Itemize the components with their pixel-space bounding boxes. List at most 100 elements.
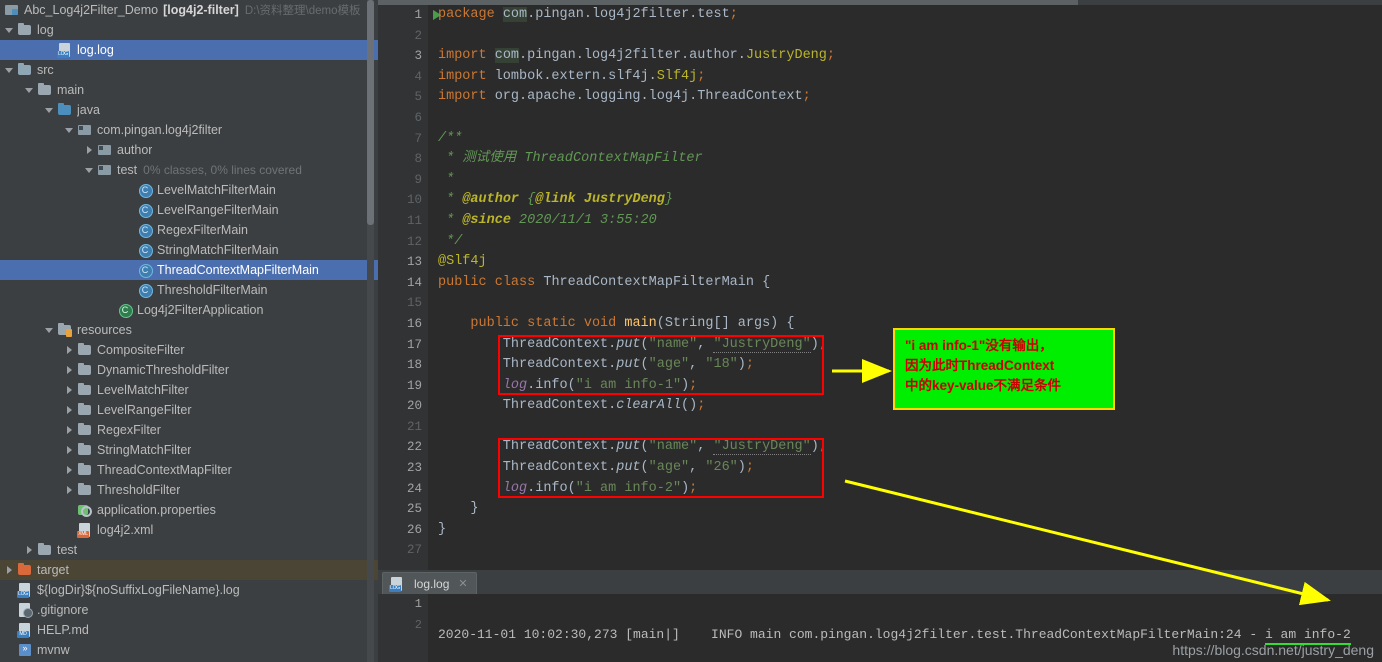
tree-item-label: ThresholdFilter — [97, 483, 181, 497]
tree-item-thresholdfilter[interactable]: ThresholdFilter — [0, 480, 378, 500]
tree-item--gitignore[interactable]: .gitignore — [0, 600, 378, 620]
tree-item-mvnw[interactable]: mvnw — [0, 640, 378, 660]
shell-script-icon — [17, 642, 33, 658]
line-number-10: 10 — [406, 193, 422, 208]
tree-item-label: log4j2.xml — [97, 523, 154, 537]
java-class-icon — [137, 262, 153, 278]
project-tree-panel[interactable]: Abc_Log4j2Filter_Demo [log4j2-filter] D:… — [0, 0, 378, 662]
tree-item-dynamicthresholdfilter[interactable]: DynamicThresholdFilter — [0, 360, 378, 380]
console-tab-log[interactable]: LOG log.log ✕ — [382, 572, 477, 594]
tree-item-log-log[interactable]: LOG log.log — [0, 40, 378, 60]
tree-item-levelrangefilter[interactable]: LevelRangeFilter — [0, 400, 378, 420]
chevron-down-icon[interactable] — [44, 105, 55, 116]
line-number-gutter[interactable]: 1 2 3 4 5 6 7 8 9 10 11 12 13 14 15 16 17 18 19 20 21 22 23 24 2… — [378, 5, 441, 570]
tree-item-resources[interactable]: resources — [0, 320, 378, 340]
source-code[interactable]: package com.pingan.log4j2filter.test; im… — [428, 5, 1382, 570]
tree-item-log4j2filterapplication[interactable]: Log4j2FilterApplication — [0, 300, 378, 320]
tree-item-label: com.pingan.log4j2filter — [97, 123, 223, 137]
chevron-right-icon[interactable] — [64, 405, 75, 416]
tree-item-test[interactable]: test 0% classes, 0% lines covered — [0, 160, 378, 180]
chevron-down-icon[interactable] — [84, 165, 95, 176]
java-folder-icon — [57, 102, 73, 118]
code-editor[interactable]: 1 2 3 4 5 6 7 8 9 10 11 12 13 14 15 16 17 18 19 20 21 22 23 24 2… — [378, 5, 1382, 570]
line-number-9: 9 — [414, 172, 422, 187]
tree-item-regexfilter[interactable]: RegexFilter — [0, 420, 378, 440]
tree-item-label: target — [37, 563, 69, 577]
tree-item-application-properties[interactable]: application.properties — [0, 500, 378, 520]
console-tab-strip[interactable]: LOG log.log ✕ — [378, 570, 1382, 594]
tree-item-label: LevelMatchFilterMain — [157, 183, 276, 197]
chevron-down-icon[interactable] — [44, 325, 55, 336]
chevron-right-icon[interactable] — [84, 145, 95, 156]
code-line-5: import org.apache.logging.log4j.ThreadCo… — [438, 89, 811, 105]
tree-rows[interactable]: log LOG log.log src main java com.pingan.log4j… — [0, 20, 378, 660]
tree-item-stringmatchfilter[interactable]: StringMatchFilter — [0, 440, 378, 460]
folder-icon — [37, 542, 53, 558]
tree-item-src[interactable]: src — [0, 60, 378, 80]
chevron-right-icon[interactable] — [64, 385, 75, 396]
close-icon[interactable]: ✕ — [458, 577, 467, 590]
chevron-down-icon[interactable] — [64, 125, 75, 136]
line-number-24: 24 — [406, 481, 422, 496]
chevron-right-icon[interactable] — [4, 565, 15, 576]
properties-file-icon — [77, 502, 93, 518]
tree-item--logdir-nosuffixlogfilename-log[interactable]: LOG ${logDir}${noSuffixLogFileName}.log — [0, 580, 378, 600]
chevron-right-icon[interactable] — [64, 485, 75, 496]
tree-item-target[interactable]: target — [0, 560, 378, 580]
code-line-14: public class ThreadContextMapFilterMain … — [438, 274, 771, 290]
tree-item-thresholdfiltermain[interactable]: ThresholdFilterMain — [0, 280, 378, 300]
code-line-1: package com.pingan.log4j2filter.test; — [438, 7, 738, 22]
tree-item-label: ThreadContextMapFilter — [97, 463, 232, 477]
editor-area: 1 2 3 4 5 6 7 8 9 10 11 12 13 14 15 16 17 18 19 20 21 22 23 24 2… — [378, 0, 1382, 662]
console-line-numbers: 1 2 — [378, 594, 428, 662]
tree-item-label: resources — [77, 323, 132, 337]
line-number-14: 14 — [378, 10, 441, 294]
chevron-right-icon[interactable] — [64, 345, 75, 356]
tree-item-com-pingan-log4j2filter[interactable]: com.pingan.log4j2filter — [0, 120, 378, 140]
tree-item-help-md[interactable]: MD HELP.md — [0, 620, 378, 640]
tree-item-levelmatchfilter[interactable]: LevelMatchFilter — [0, 380, 378, 400]
watermark-url: https://blog.csdn.net/justry_deng — [1172, 642, 1374, 658]
tree-item-levelrangefiltermain[interactable]: LevelRangeFilterMain — [0, 200, 378, 220]
project-module: [log4j2-filter] — [163, 3, 239, 17]
chevron-right-icon[interactable] — [64, 365, 75, 376]
folder-icon — [77, 382, 93, 398]
tree-item-label: RegexFilterMain — [157, 223, 249, 237]
chevron-right-icon[interactable] — [64, 445, 75, 456]
chevron-down-icon[interactable] — [4, 25, 15, 36]
tree-item-threadcontextmapfilter[interactable]: ThreadContextMapFilter — [0, 460, 378, 480]
tree-item-label: java — [77, 103, 100, 117]
java-class-icon — [137, 222, 153, 238]
tree-item-test[interactable]: test — [0, 540, 378, 560]
tree-item-label: log — [37, 23, 54, 37]
tree-item-compositefilter[interactable]: CompositeFilter — [0, 340, 378, 360]
tree-item-author[interactable]: author — [0, 140, 378, 160]
tree-item-main[interactable]: main — [0, 80, 378, 100]
tree-item-levelmatchfiltermain[interactable]: LevelMatchFilterMain — [0, 180, 378, 200]
chevron-down-icon[interactable] — [24, 85, 35, 96]
chevron-right-icon[interactable] — [64, 425, 75, 436]
sidebar-scroll-thumb[interactable] — [367, 0, 374, 225]
tree-item-threadcontextmapfiltermain[interactable]: ThreadContextMapFilterMain — [0, 260, 378, 280]
tree-item-log[interactable]: log — [0, 20, 378, 40]
code-line-7: /** — [438, 130, 463, 146]
line-number-12: 12 — [406, 234, 422, 249]
chevron-right-icon[interactable] — [24, 545, 35, 556]
code-line-4: import lombok.extern.slf4j.Slf4j; — [438, 68, 706, 84]
tree-item-log4j2-xml[interactable]: XML log4j2.xml — [0, 520, 378, 540]
tree-item-label: test — [57, 543, 78, 557]
tree-item-stringmatchfiltermain[interactable]: StringMatchFilterMain — [0, 240, 378, 260]
project-root-row[interactable]: Abc_Log4j2Filter_Demo [log4j2-filter] D:… — [0, 0, 378, 20]
tree-item-java[interactable]: java — [0, 100, 378, 120]
chevron-right-icon[interactable] — [64, 465, 75, 476]
tree-item-regexfiltermain[interactable]: RegexFilterMain — [0, 220, 378, 240]
chevron-down-icon[interactable] — [4, 65, 15, 76]
folder-icon — [77, 402, 93, 418]
folder-icon — [37, 82, 53, 98]
java-class-icon — [137, 282, 153, 298]
line-number-19: 19 — [406, 378, 422, 393]
